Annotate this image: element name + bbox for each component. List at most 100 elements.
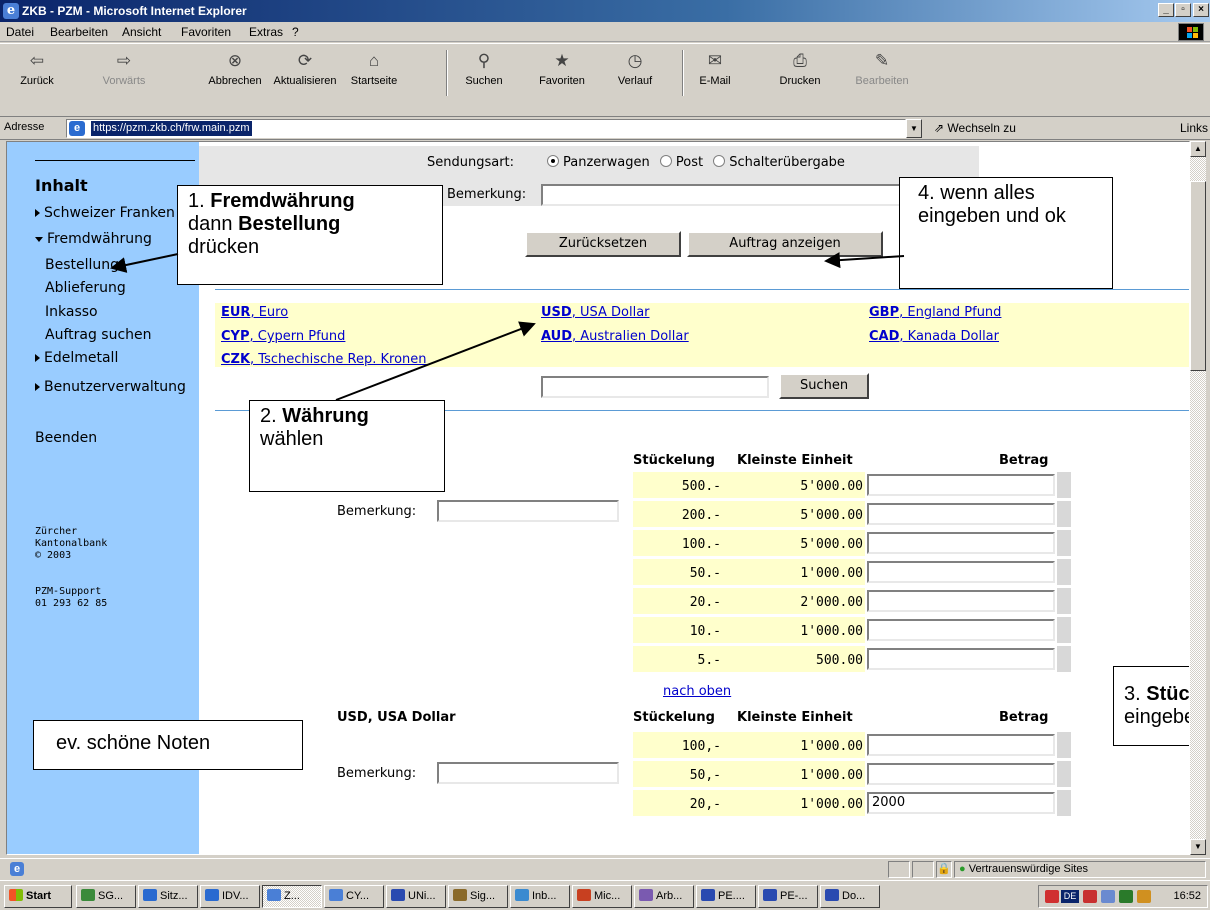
currency-search-button[interactable]: Suchen xyxy=(779,373,869,399)
sidebar-item-fremdwaehrung[interactable]: Fremdwährung xyxy=(35,231,152,247)
address-dropdown-button[interactable]: ▼ xyxy=(906,119,922,138)
favorites-button[interactable]: ★ Favoriten xyxy=(532,50,592,87)
maximize-button[interactable]: ▫ xyxy=(1175,3,1191,17)
links-button[interactable]: Links xyxy=(1180,121,1208,135)
taskbar-button[interactable]: UNi... xyxy=(386,885,446,908)
search-button[interactable]: ⚲ Suchen xyxy=(458,50,510,87)
betrag-input[interactable]: 2000 xyxy=(867,792,1055,814)
refresh-button[interactable]: ⟳ Aktualisieren xyxy=(268,50,342,87)
nach-oben-link[interactable]: nach oben xyxy=(663,684,731,699)
scroll-thumb[interactable] xyxy=(1190,181,1206,371)
betrag-input[interactable] xyxy=(867,532,1055,554)
currency-link-czk[interactable]: CZK, Tschechische Rep. Kronen xyxy=(221,352,427,367)
sidebar-item-bestellung[interactable]: Bestellung xyxy=(45,257,119,273)
currency-link-usd[interactable]: USD, USA Dollar xyxy=(541,305,650,320)
betrag-input[interactable] xyxy=(867,734,1055,756)
sidebar-item-benutzerverwaltung[interactable]: Benutzerverwaltung xyxy=(35,379,186,395)
scroll-up-button[interactable]: ▲ xyxy=(1190,141,1206,157)
taskbar-button[interactable]: IDV... xyxy=(200,885,260,908)
radio-post[interactable] xyxy=(659,155,672,167)
menu-ansicht[interactable]: Ansicht xyxy=(122,25,161,39)
print-button[interactable]: ⎙ Drucken xyxy=(774,50,826,87)
app-icon xyxy=(453,889,467,901)
language-indicator[interactable]: DE xyxy=(1061,890,1079,903)
status-bar: e 🔒 ● Vertrauenswürdige Sites xyxy=(0,858,1210,878)
sidebar-item-edelmetall[interactable]: Edelmetall xyxy=(35,350,118,366)
collapse-arrow-icon xyxy=(35,236,43,242)
minimum-unit-cell: 5'000.00 xyxy=(800,537,863,552)
sidebar-item-inkasso[interactable]: Inkasso xyxy=(45,304,98,320)
scroll-down-button[interactable]: ▼ xyxy=(1190,839,1206,855)
sidebar-logout[interactable]: Beenden xyxy=(35,430,97,446)
minimize-button[interactable]: _ xyxy=(1158,3,1174,17)
betrag-input[interactable] xyxy=(867,648,1055,670)
vertical-scrollbar[interactable]: ▲ ▼ xyxy=(1190,141,1206,855)
radio-schalter[interactable] xyxy=(713,155,726,167)
taskbar-button[interactable]: Arb... xyxy=(634,885,694,908)
row-edge xyxy=(1057,588,1071,614)
home-button[interactable]: ⌂ Startseite xyxy=(346,50,402,87)
taskbar-button[interactable]: Sitz... xyxy=(138,885,198,908)
mail-button[interactable]: ✉ E-Mail xyxy=(690,50,740,87)
reset-button[interactable]: Zurücksetzen xyxy=(525,231,681,257)
menu-help[interactable]: ? xyxy=(292,25,299,39)
taskbar-button[interactable]: PE.... xyxy=(696,885,756,908)
currency-link-gbp[interactable]: GBP, England Pfund xyxy=(869,305,1001,320)
currency-link-cad[interactable]: CAD, Kanada Dollar xyxy=(869,329,999,344)
betrag-input[interactable] xyxy=(867,474,1055,496)
menu-datei[interactable]: Datei xyxy=(6,25,34,39)
denomination-cell: 100.- xyxy=(681,537,721,552)
block2-bemerkung-input[interactable] xyxy=(437,762,619,784)
menu-favoriten[interactable]: Favoriten xyxy=(181,25,231,39)
sidebar-item-auftrag-suchen[interactable]: Auftrag suchen xyxy=(45,327,152,343)
radio-panzerwagen[interactable] xyxy=(547,155,559,167)
menu-bearbeiten[interactable]: Bearbeiten xyxy=(50,25,108,39)
currency-search-input[interactable] xyxy=(541,376,769,398)
sidebar-item-ablieferung[interactable]: Ablieferung xyxy=(45,280,126,296)
callout-step-4: 4. wenn alles eingeben und ok xyxy=(899,177,1113,289)
taskbar-button[interactable]: SG... xyxy=(76,885,136,908)
menu-extras[interactable]: Extras xyxy=(249,25,283,39)
taskbar-button[interactable]: Inb... xyxy=(510,885,570,908)
address-input[interactable]: e https://pzm.zkb.ch/frw.main.pzm xyxy=(66,119,906,138)
taskbar-button[interactable]: CY... xyxy=(324,885,384,908)
edit-button[interactable]: ✎ Bearbeiten xyxy=(852,50,912,87)
back-button[interactable]: ⇦ Zurück xyxy=(14,50,60,87)
app-icon xyxy=(329,889,343,901)
taskbar-button[interactable]: Mic... xyxy=(572,885,632,908)
bank-info: Zürcher Kantonalbank © 2003 xyxy=(35,526,108,561)
taskbar-button[interactable]: Do... xyxy=(820,885,880,908)
start-button[interactable]: Start xyxy=(4,885,72,908)
header-betrag: Betrag xyxy=(999,453,1049,468)
forward-button[interactable]: ⇨ Vorwärts xyxy=(100,50,148,87)
stop-icon: ⊗ xyxy=(227,51,243,70)
block1-bemerkung-input[interactable] xyxy=(437,500,619,522)
taskbar-button[interactable]: Z... xyxy=(262,885,322,908)
betrag-input[interactable] xyxy=(867,763,1055,785)
currency-link-eur[interactable]: EUR, Euro xyxy=(221,305,288,320)
taskbar-button[interactable]: Sig... xyxy=(448,885,508,908)
taskbar-button[interactable]: PE-... xyxy=(758,885,818,908)
taskbar-button-label: Z... xyxy=(284,890,300,902)
currency-link-aud[interactable]: AUD, Australien Dollar xyxy=(541,329,689,344)
betrag-input[interactable] xyxy=(867,619,1055,641)
betrag-input[interactable] xyxy=(867,503,1055,525)
show-order-button[interactable]: Auftrag anzeigen xyxy=(687,231,883,257)
header-stueckelung: Stückelung xyxy=(633,710,715,725)
row-edge xyxy=(1057,472,1071,498)
currency-link-cyp[interactable]: CYP, Cypern Pfund xyxy=(221,329,345,344)
history-button[interactable]: ◷ Verlauf xyxy=(610,50,660,87)
denomination-cell: 20.- xyxy=(689,595,721,610)
close-button[interactable]: × xyxy=(1193,3,1209,17)
stop-button[interactable]: ⊗ Abbrechen xyxy=(204,50,266,87)
sidebar-item-schweizer-franken[interactable]: Schweizer Franken xyxy=(35,205,175,221)
header-kleinste-einheit: Kleinste Einheit xyxy=(737,453,853,468)
bemerkung-input[interactable] xyxy=(541,184,921,206)
minimum-unit-cell: 5'000.00 xyxy=(800,508,863,523)
app-icon xyxy=(825,889,839,901)
page-icon: e xyxy=(69,121,85,136)
betrag-input[interactable] xyxy=(867,561,1055,583)
go-button[interactable]: ⇗ Wechseln zu xyxy=(934,121,1016,135)
betrag-input[interactable] xyxy=(867,590,1055,612)
denomination-cell: 50.- xyxy=(689,566,721,581)
